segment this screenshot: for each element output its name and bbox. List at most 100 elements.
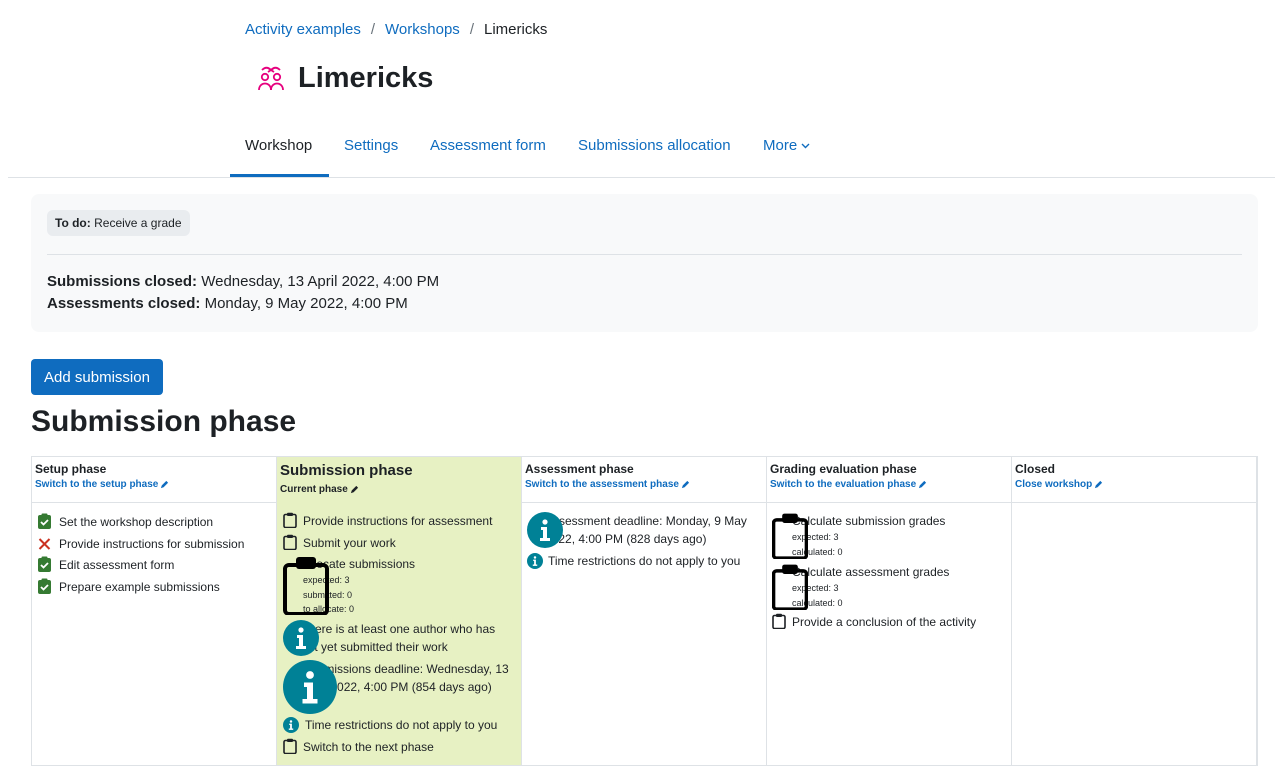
assessments-closed-line: Assessments closed: Monday, 9 May 2022, …: [47, 295, 408, 312]
add-submission-button[interactable]: Add submission: [31, 359, 163, 395]
task-label: Time restrictions do not apply to you: [305, 718, 498, 732]
task-label: Provide instructions for assessment: [303, 514, 493, 528]
setup-phase-title: Setup phase: [35, 462, 107, 476]
switch-assessment-phase-label: Switch to the assessment phase: [525, 479, 679, 490]
task-calculate-assessment-grades: Calculate assessment grades expected: 3 …: [772, 563, 949, 610]
check-icon: [37, 513, 52, 529]
tab-workshop[interactable]: Workshop: [245, 137, 312, 154]
switch-setup-phase-label: Switch to the setup phase: [35, 479, 159, 490]
submissions-closed-line: Submissions closed: Wednesday, 13 April …: [47, 273, 439, 290]
switch-evaluation-phase-label: Switch to the evaluation phase: [770, 479, 917, 490]
pencil-icon: [160, 480, 169, 489]
divider: [47, 254, 1242, 255]
task-prepare-examples: Prepare example submissions: [37, 578, 220, 596]
task-assessment-deadline: Assessment deadline: Monday, 9 May 2022,…: [527, 512, 759, 548]
submission-phase-title: Submission phase: [280, 462, 413, 479]
info-icon: [527, 512, 563, 548]
tab-more[interactable]: More: [763, 137, 810, 154]
tab-settings[interactable]: Settings: [344, 137, 398, 154]
clipboard-icon: [283, 555, 329, 615]
submissions-closed-label: Submissions closed:: [47, 273, 198, 290]
task-detail: expected: 3: [792, 532, 839, 542]
tab-more-label: More: [763, 137, 798, 154]
task-label: Prepare example submissions: [59, 580, 220, 594]
task-submissions-deadline: Submissions deadline: Wednesday, 13 Apri…: [283, 660, 515, 714]
current-phase-label: Current phase: [280, 484, 348, 495]
task-set-description: Set the workshop description: [37, 513, 213, 531]
workshop-icon: [256, 64, 286, 94]
task-unsubmitted-authors: There is at least one author who has not…: [283, 620, 515, 656]
task-next-phase: Switch to the next phase: [283, 738, 434, 756]
task-detail: calculated: 0: [792, 597, 843, 608]
submissions-closed-value: Wednesday, 13 April 2022, 4:00 PM: [201, 273, 440, 290]
chevron-down-icon: [801, 143, 810, 149]
todo-text: Receive a grade: [94, 216, 182, 230]
workshop-planner: Setup phase Switch to the setup phase Se…: [31, 456, 1258, 766]
evaluation-phase-title: Grading evaluation phase: [770, 462, 917, 476]
info-icon: [283, 660, 337, 714]
task-instructions-assessment: Provide instructions for assessment: [283, 512, 492, 530]
pencil-icon: [918, 480, 927, 489]
task-label: Switch to the next phase: [303, 740, 434, 754]
pencil-icon: [1094, 480, 1103, 489]
secondary-navigation: Workshop Settings Assessment form Submis…: [8, 130, 1275, 178]
breadcrumb-separator: /: [469, 21, 474, 38]
todo-label: To do:: [55, 216, 91, 230]
task-detail: expected: 3: [792, 583, 839, 593]
breadcrumb-workshops[interactable]: Workshops: [385, 21, 460, 38]
task-edit-assessment-form: Edit assessment form: [37, 556, 174, 574]
task-label: Provide instructions for submission: [59, 537, 245, 551]
pencil-icon: [350, 485, 359, 494]
switch-setup-phase-link[interactable]: Switch to the setup phase: [35, 479, 273, 490]
clipboard-icon: [772, 613, 786, 629]
task-label: Set the workshop description: [59, 515, 214, 529]
evaluation-phase-column: Grading evaluation phase Switch to the e…: [767, 457, 1012, 765]
task-label: Assessment deadline: Monday, 9 May 2022,…: [545, 514, 747, 546]
closed-phase-title: Closed: [1015, 462, 1056, 476]
breadcrumb-current: Limericks: [483, 21, 548, 38]
task-allocate-submissions: Allocate submissions expected: 3 submitt…: [283, 555, 415, 617]
task-label: Provide a conclusion of the activity: [792, 615, 977, 629]
task-detail: calculated: 0: [792, 546, 843, 557]
page-header: Limericks: [256, 62, 433, 95]
task-provide-conclusion: Provide a conclusion of the activity: [772, 613, 976, 631]
current-phase-indicator: Current phase: [280, 484, 518, 495]
task-time-restrictions: Time restrictions do not apply to you: [283, 716, 497, 734]
pencil-icon: [681, 480, 690, 489]
task-label: Submit your work: [303, 536, 396, 550]
task-calculate-submission-grades: Calculate submission grades expected: 3 …: [772, 512, 945, 559]
clipboard-icon: [283, 534, 297, 550]
switch-evaluation-phase-link[interactable]: Switch to the evaluation phase: [770, 479, 1008, 490]
check-icon: [37, 578, 52, 594]
task-label: Calculate assessment grades: [792, 565, 950, 579]
assessment-phase-column: Assessment phase Switch to the assessmen…: [522, 457, 767, 765]
setup-phase-column: Setup phase Switch to the setup phase Se…: [32, 457, 277, 765]
todo-badge: To do: Receive a grade: [47, 210, 190, 236]
activity-dates-box: To do: Receive a grade Submissions close…: [31, 194, 1258, 332]
assessments-closed-label: Assessments closed:: [47, 295, 201, 312]
info-icon: [283, 620, 319, 656]
clipboard-icon: [772, 563, 808, 610]
task-label: Time restrictions do not apply to you: [548, 554, 741, 568]
cross-icon: [37, 535, 52, 551]
clipboard-icon: [772, 512, 808, 559]
task-label: Calculate submission grades: [792, 514, 946, 528]
task-time-restrictions: Time restrictions do not apply to you: [527, 552, 740, 570]
switch-assessment-phase-link[interactable]: Switch to the assessment phase: [525, 479, 763, 490]
close-workshop-link[interactable]: Close workshop: [1015, 479, 1253, 490]
task-instructions-submission: Provide instructions for submission: [37, 535, 244, 553]
closed-phase-column: Closed Close workshop: [1012, 457, 1257, 765]
tab-submissions-allocation[interactable]: Submissions allocation: [578, 137, 731, 154]
task-label: There is at least one author who has not…: [301, 622, 496, 654]
task-submit-work: Submit your work: [283, 534, 396, 552]
clipboard-icon: [283, 738, 297, 754]
tab-assessment-form[interactable]: Assessment form: [430, 137, 546, 154]
check-icon: [37, 556, 52, 572]
assessment-phase-title: Assessment phase: [525, 462, 634, 476]
breadcrumb: Activity examples / Workshops / Limerick…: [245, 21, 547, 38]
info-icon: [283, 717, 299, 733]
task-label: Edit assessment form: [59, 558, 175, 572]
breadcrumb-separator: /: [370, 21, 376, 38]
breadcrumb-activity-examples[interactable]: Activity examples: [245, 21, 361, 38]
page-title: Limericks: [298, 62, 434, 94]
